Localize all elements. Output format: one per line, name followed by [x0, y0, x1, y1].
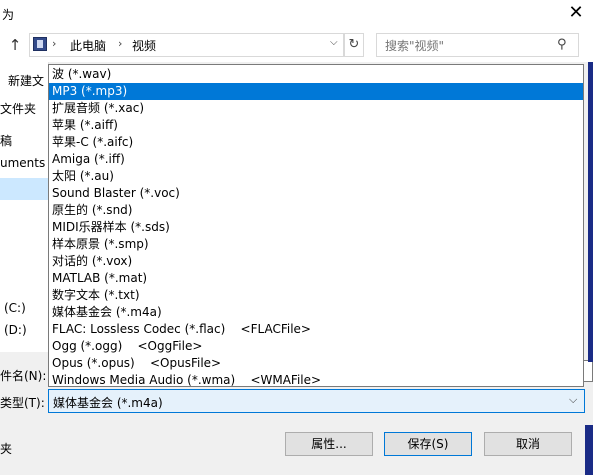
- nav-item-folder[interactable]: 文件夹: [0, 100, 48, 117]
- file-type-select[interactable]: 媒体基金会 (*.m4a) ⌵: [48, 389, 585, 413]
- nav-item-drive-c[interactable]: (C:): [4, 301, 52, 315]
- search-box[interactable]: [376, 33, 579, 57]
- nav-item-drafts[interactable]: 稿: [0, 132, 48, 149]
- nav-item-selected[interactable]: [0, 178, 48, 200]
- video-folder-icon: [33, 37, 47, 51]
- file-type-option[interactable]: 对话的 (*.vox): [49, 253, 583, 270]
- file-type-option[interactable]: 苹果 (*.aiff): [49, 117, 583, 134]
- hide-folders-label[interactable]: 夹: [0, 440, 12, 457]
- save-button[interactable]: 保存(S): [384, 432, 472, 456]
- background-window-edge: [585, 425, 593, 475]
- breadcrumb-item-videos[interactable]: 视频: [132, 37, 156, 54]
- up-arrow-icon[interactable]: ↑: [6, 34, 24, 56]
- file-type-option[interactable]: MP3 (*.mp3): [49, 83, 583, 100]
- nav-item-drive-d[interactable]: (D:): [4, 323, 52, 337]
- file-type-option[interactable]: 样本原景 (*.smp): [49, 236, 583, 253]
- file-type-option[interactable]: 原生的 (*.snd): [49, 202, 583, 219]
- file-type-option[interactable]: 苹果-C (*.aifc): [49, 134, 583, 151]
- chevron-down-icon[interactable]: ⌵: [569, 393, 577, 407]
- file-type-option[interactable]: Ogg (*.ogg) <OggFile>: [49, 338, 583, 355]
- breadcrumb-item-this-pc[interactable]: 此电脑: [70, 37, 106, 54]
- filename-field[interactable]: [583, 360, 593, 382]
- title-bar: [0, 0, 593, 30]
- window-title: 为: [2, 8, 15, 22]
- file-type-option[interactable]: FLAC: Lossless Codec (*.flac) <FLACFile>: [49, 321, 583, 338]
- search-input[interactable]: [383, 36, 557, 56]
- file-type-selected-value: 媒体基金会 (*.m4a): [53, 396, 163, 410]
- file-type-option[interactable]: 媒体基金会 (*.m4a): [49, 304, 583, 321]
- close-button[interactable]: ✕: [563, 2, 589, 26]
- nav-item-documents[interactable]: uments: [0, 156, 48, 170]
- file-type-option[interactable]: 太阳 (*.au): [49, 168, 583, 185]
- background-window-edge: [588, 62, 593, 362]
- filetype-label: 类型(T):: [0, 396, 45, 410]
- cancel-button[interactable]: 取消: [484, 432, 572, 456]
- file-type-option[interactable]: 扩展音频 (*.xac): [49, 100, 583, 117]
- breadcrumb-separator: ›: [52, 37, 57, 50]
- file-type-option[interactable]: 波 (*.wav): [49, 66, 583, 83]
- file-type-option[interactable]: Sound Blaster (*.voc): [49, 185, 583, 202]
- file-type-dropdown-list[interactable]: 波 (*.wav) MP3 (*.mp3) 扩展音频 (*.xac) 苹果 (*.ai…: [48, 64, 584, 387]
- search-icon[interactable]: ⚲: [557, 37, 567, 52]
- file-type-option[interactable]: MATLAB (*.mat): [49, 270, 583, 287]
- file-type-option[interactable]: MIDI乐器样本 (*.sds): [49, 219, 583, 236]
- breadcrumb-separator: ›: [118, 37, 123, 50]
- file-type-option[interactable]: Opus (*.opus) <OpusFile>: [49, 355, 583, 372]
- refresh-button[interactable]: ↻: [344, 33, 364, 57]
- filename-label: 件名(N):: [0, 369, 47, 383]
- file-type-option[interactable]: Windows Media Audio (*.wma) <WMAFile>: [49, 372, 583, 386]
- properties-button[interactable]: 属性...: [285, 432, 373, 456]
- file-type-option[interactable]: Amiga (*.iff): [49, 151, 583, 168]
- chevron-down-icon[interactable]: ⌵: [330, 37, 338, 48]
- file-type-option[interactable]: 数字文本 (*.txt): [49, 287, 583, 304]
